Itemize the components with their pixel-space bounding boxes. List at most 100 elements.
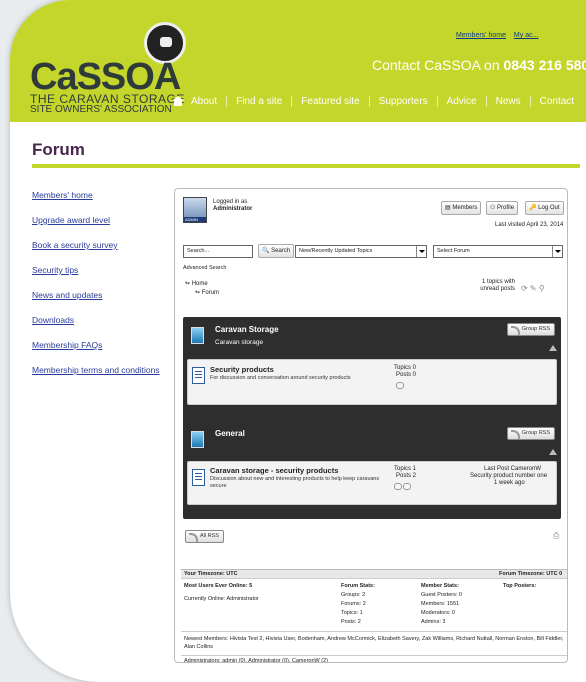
chevron-down-icon bbox=[416, 246, 426, 257]
unread-posts[interactable]: 1 topics with unread posts bbox=[475, 279, 515, 293]
title-divider bbox=[32, 164, 580, 168]
stat-members: Members: 1551 bbox=[421, 601, 460, 607]
forum-desc: For discussion and conversation around s… bbox=[210, 375, 351, 381]
site-header: CaSSOA THE CARAVAN STORAGE SITE OWNERS' … bbox=[10, 0, 586, 122]
profile-button[interactable]: ⚇ Profile bbox=[486, 201, 519, 215]
main-nav: About Find a site Featured site Supporte… bbox=[172, 96, 583, 107]
forum-tools-icons[interactable]: ⟳ ✎ ⚲ bbox=[521, 284, 545, 293]
avatar: ADMIN bbox=[183, 197, 207, 223]
topics-select-value: New/Recently Updated Topics bbox=[299, 248, 373, 254]
forum-row[interactable]: Security products For discussion and con… bbox=[187, 359, 557, 405]
subscribe-icon[interactable] bbox=[394, 483, 412, 492]
forum-panel: ADMIN Logged in as Administrator ▤ Membe… bbox=[174, 188, 568, 663]
collapse-icon[interactable] bbox=[549, 345, 557, 351]
forum-topics: Topics 1 bbox=[394, 466, 417, 472]
contact-line: Contact CaSSOA on 0843 216 580 bbox=[372, 57, 586, 73]
forum-desc: Discussion about new and interesting pro… bbox=[210, 476, 380, 489]
home-icon[interactable] bbox=[172, 96, 184, 106]
nav-supporters[interactable]: Supporters bbox=[368, 96, 437, 107]
stat-admins: Admins: 3 bbox=[421, 619, 446, 625]
last-post-time: 1 week ago bbox=[494, 480, 525, 486]
stat-posts: Posts: 2 bbox=[341, 619, 361, 625]
topics-select[interactable]: New/Recently Updated Topics bbox=[295, 245, 427, 258]
top-posters-title: Top Posters: bbox=[503, 583, 537, 589]
stat-groups: Groups: 2 bbox=[341, 592, 366, 598]
breadcrumb-forum[interactable]: Forum bbox=[202, 290, 219, 296]
category-name[interactable]: Caravan Storage bbox=[215, 325, 279, 334]
logo-tagline-2: SITE OWNERS' ASSOCIATION bbox=[30, 104, 172, 115]
sidebar-item-news[interactable]: News and updates bbox=[32, 290, 160, 300]
group-rss-button[interactable]: Group RSS bbox=[506, 323, 555, 336]
category-general: General Group RSS Caravan storage - secu… bbox=[183, 421, 561, 519]
sidebar-item-upgrade-award[interactable]: Upgrade award level bbox=[32, 215, 160, 225]
nav-contact[interactable]: Contact bbox=[529, 96, 583, 107]
members-button-label: Members bbox=[452, 205, 478, 211]
top-links: Members' home My ac... bbox=[456, 32, 544, 39]
stat-guest-posters: Guest Posters: 0 bbox=[421, 592, 462, 598]
print-icon[interactable]: ⎙ bbox=[553, 531, 559, 541]
category-icon bbox=[191, 327, 204, 344]
advanced-search-link[interactable]: Advanced Search bbox=[183, 265, 226, 271]
nav-find-a-site[interactable]: Find a site bbox=[226, 96, 291, 107]
category-name[interactable]: General bbox=[215, 429, 245, 438]
breadcrumb-home[interactable]: Home bbox=[192, 281, 208, 287]
nav-featured-site[interactable]: Featured site bbox=[291, 96, 368, 107]
forum-select-value: Select Forum bbox=[437, 248, 470, 254]
most-users-online: Most Users Ever Online: 5 bbox=[184, 583, 253, 589]
logout-button[interactable]: 🔑 Log Out bbox=[525, 201, 564, 215]
logged-in-user: Administrator bbox=[213, 206, 253, 212]
nav-advice[interactable]: Advice bbox=[436, 96, 486, 107]
newest-members: Newest Members: Hivista Test 2, Hivista … bbox=[181, 631, 567, 654]
collapse-icon[interactable] bbox=[549, 449, 557, 455]
forum-select[interactable]: Select Forum bbox=[433, 245, 563, 258]
sidebar-item-security-tips[interactable]: Security tips bbox=[32, 265, 160, 275]
search-button[interactable]: 🔍 Search bbox=[258, 244, 295, 258]
forum-posts: Posts 2 bbox=[396, 473, 417, 479]
page-frame: CaSSOA THE CARAVAN STORAGE SITE OWNERS' … bbox=[10, 0, 586, 682]
group-rss-button[interactable]: Group RSS bbox=[506, 427, 555, 440]
forum-title[interactable]: Security products bbox=[210, 365, 274, 374]
forum-stats-title: Forum Stats: bbox=[341, 583, 375, 589]
search-button-label: Search bbox=[271, 248, 291, 254]
forum-title[interactable]: Caravan storage - security products bbox=[210, 466, 338, 475]
sidebar: Members' home Upgrade award level Book a… bbox=[32, 190, 160, 390]
member-stats-title: Member Stats: bbox=[421, 583, 459, 589]
sidebar-item-terms[interactable]: Membership terms and conditions bbox=[32, 365, 160, 375]
category-desc: Caravan storage bbox=[215, 339, 264, 346]
members-button[interactable]: ▤ Members bbox=[441, 201, 482, 215]
contact-label: Contact CaSSOA on bbox=[372, 57, 500, 73]
last-visited: Last visited April 23, 2014 bbox=[495, 222, 564, 228]
profile-button-label: Profile bbox=[497, 205, 515, 211]
currently-online: Currently Online: Administrator bbox=[184, 596, 259, 602]
nav-about[interactable]: About bbox=[191, 96, 226, 107]
administrators: Administrators: admin (0), Administrator… bbox=[181, 655, 567, 662]
sidebar-item-faqs[interactable]: Membership FAQs bbox=[32, 340, 160, 350]
sidebar-item-downloads[interactable]: Downloads bbox=[32, 315, 160, 325]
your-timezone: Your Timezone: UTC bbox=[184, 571, 238, 577]
stat-forums: Forums: 2 bbox=[341, 601, 366, 607]
logged-in-label: Logged in as bbox=[213, 199, 248, 205]
forum-icon bbox=[192, 469, 205, 486]
subscribe-icon[interactable] bbox=[396, 382, 405, 391]
last-post[interactable]: Last Post CameronW bbox=[484, 466, 541, 472]
forum-row[interactable]: Caravan storage - security products Disc… bbox=[187, 461, 557, 505]
breadcrumb: ↬ Home bbox=[185, 281, 208, 287]
category-icon bbox=[191, 431, 204, 448]
chevron-down-icon bbox=[552, 246, 562, 257]
forum-icon bbox=[192, 367, 205, 384]
forum-timezone: Forum Timezone: UTC 0 bbox=[499, 571, 563, 577]
logout-button-label: Log Out bbox=[538, 205, 560, 211]
last-post-topic[interactable]: Security product number one bbox=[470, 473, 547, 479]
stat-moderators: Moderators: 0 bbox=[421, 610, 455, 616]
all-rss-button[interactable]: All RSS bbox=[185, 530, 224, 543]
members-home-toplink[interactable]: Members' home bbox=[456, 32, 506, 39]
sidebar-item-security-survey[interactable]: Book a security survey bbox=[32, 240, 160, 250]
search-input[interactable]: Search... bbox=[183, 245, 253, 258]
sidebar-item-members-home[interactable]: Members' home bbox=[32, 190, 160, 200]
avatar-label: ADMIN bbox=[184, 217, 206, 222]
page-title: Forum bbox=[32, 140, 85, 159]
nav-news[interactable]: News bbox=[485, 96, 530, 107]
forum-topics: Topics 0 bbox=[394, 365, 417, 371]
timezone-bar: Your Timezone: UTC Forum Timezone: UTC 0 bbox=[181, 570, 567, 579]
my-account-toplink[interactable]: My ac... bbox=[514, 32, 539, 39]
